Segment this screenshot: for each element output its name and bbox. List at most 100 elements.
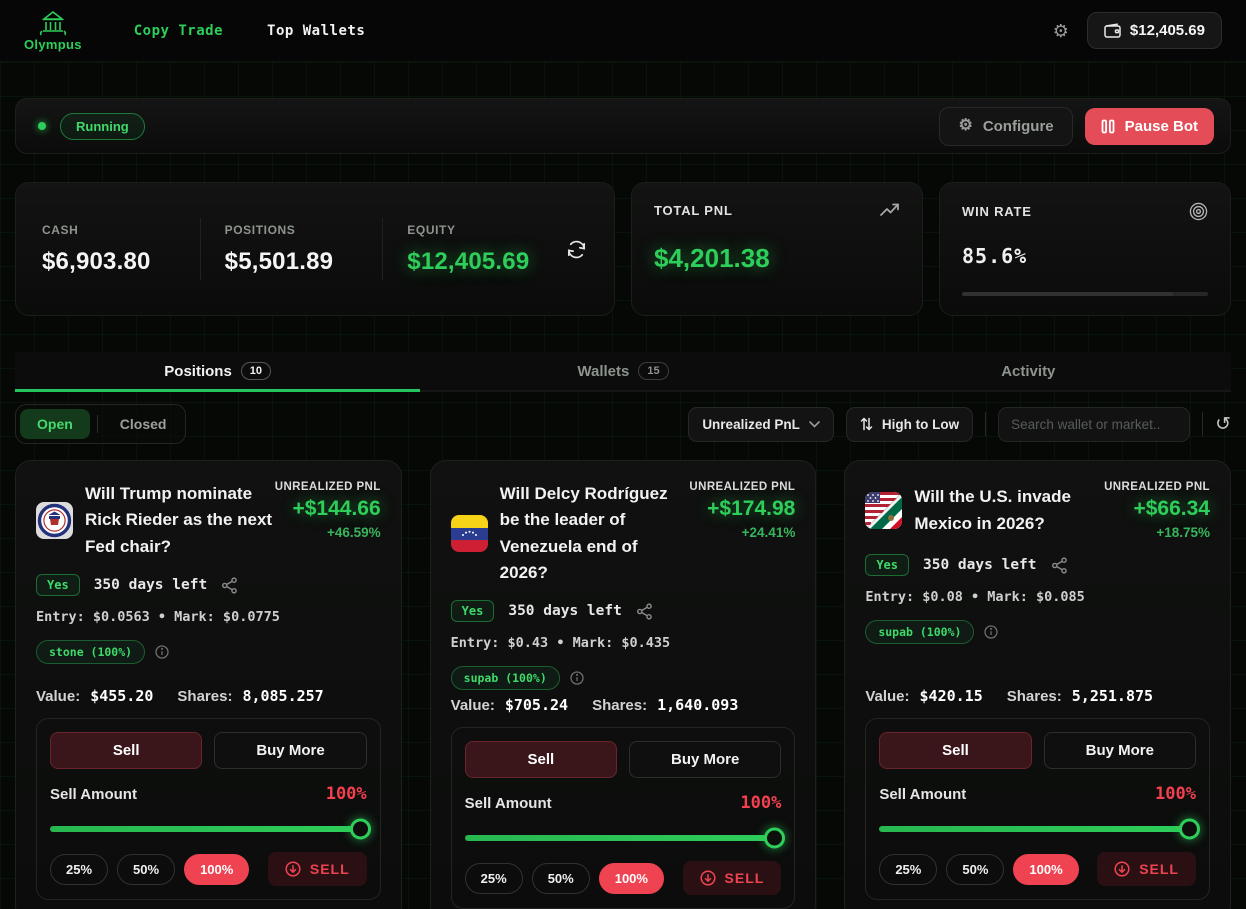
open-toggle[interactable]: Open bbox=[20, 409, 90, 439]
slider-track[interactable] bbox=[879, 826, 1196, 832]
sell-tab-button[interactable]: Sell bbox=[465, 741, 617, 778]
sell-panel: Sell Buy More Sell Amount 100% 25% 50% 1… bbox=[36, 718, 381, 900]
brand-name: Olympus bbox=[24, 37, 82, 52]
stats-row: CASH $6,903.80 POSITIONS $5,501.89 EQUIT… bbox=[15, 182, 1231, 316]
positions-grid: Will Trump nominate Rick Rieder as the n… bbox=[15, 460, 1231, 909]
total-pnl-card: TOTAL PNL $4,201.38 bbox=[631, 182, 923, 316]
share-icon[interactable] bbox=[636, 603, 653, 620]
main-content: Running ⚙ Configure Pause Bot CASH bbox=[0, 62, 1246, 909]
divider bbox=[200, 218, 201, 280]
search-input[interactable] bbox=[998, 407, 1190, 442]
temple-icon bbox=[38, 10, 68, 36]
refresh-balances-icon[interactable] bbox=[565, 238, 588, 261]
quick-50-button[interactable]: 50% bbox=[117, 854, 175, 885]
days-left: 350 days left bbox=[923, 557, 1037, 573]
wallet-balance-pill[interactable]: $12,405.69 bbox=[1087, 12, 1222, 49]
unrealized-pnl-label: UNREALIZED PNL bbox=[689, 481, 795, 493]
quick-100-button[interactable]: 100% bbox=[599, 863, 664, 894]
sort-order-button[interactable]: High to Low bbox=[846, 407, 973, 442]
balances-card: CASH $6,903.80 POSITIONS $5,501.89 EQUIT… bbox=[15, 182, 615, 316]
sell-cta-button[interactable]: SELL bbox=[268, 852, 367, 886]
circle-down-arrow-icon bbox=[700, 870, 716, 886]
sell-amount-slider[interactable] bbox=[879, 819, 1196, 839]
win-rate-card: WIN RATE 85.6% bbox=[939, 182, 1231, 316]
info-icon[interactable] bbox=[570, 671, 584, 685]
wallet-icon bbox=[1104, 23, 1121, 38]
fed-seal-icon bbox=[36, 502, 73, 539]
info-icon[interactable] bbox=[155, 645, 169, 659]
quick-25-button[interactable]: 25% bbox=[465, 863, 523, 894]
unrealized-pnl-percent: +46.59% bbox=[275, 525, 381, 540]
slider-fill bbox=[50, 826, 367, 832]
buy-more-tab-button[interactable]: Buy More bbox=[1044, 732, 1196, 769]
sell-amount-slider[interactable] bbox=[465, 828, 782, 848]
market-title: Will Delcy Rodríguez be the leader of Ve… bbox=[500, 481, 690, 586]
slider-thumb[interactable] bbox=[1179, 819, 1200, 840]
quick-50-button[interactable]: 50% bbox=[946, 854, 1004, 885]
configure-button[interactable]: ⚙ Configure bbox=[939, 107, 1072, 146]
slider-thumb[interactable] bbox=[350, 819, 371, 840]
equity-label: EQUITY bbox=[407, 223, 565, 237]
wallet-badge[interactable]: supab (100%) bbox=[865, 620, 974, 644]
bot-status-bar: Running ⚙ Configure Pause Bot bbox=[15, 98, 1231, 154]
open-closed-toggle: Open Closed bbox=[15, 404, 186, 444]
nav-link-copy-trade[interactable]: Copy Trade bbox=[134, 23, 223, 39]
share-icon[interactable] bbox=[221, 577, 238, 594]
win-rate-label: WIN RATE bbox=[962, 204, 1032, 219]
position-card: Will the U.S. invade Mexico in 2026? UNR… bbox=[844, 460, 1231, 909]
wallet-badge[interactable]: stone (100%) bbox=[36, 640, 145, 664]
sell-tab-button[interactable]: Sell bbox=[879, 732, 1031, 769]
side-badge: Yes bbox=[36, 574, 80, 596]
entry-mark-line: Entry: $0.43 • Mark: $0.435 bbox=[451, 635, 796, 651]
divider bbox=[97, 415, 98, 433]
share-icon[interactable] bbox=[1051, 557, 1068, 574]
market-title: Will the U.S. invade Mexico in 2026? bbox=[914, 484, 1104, 537]
sell-tab-button[interactable]: Sell bbox=[50, 732, 202, 769]
quick-25-button[interactable]: 25% bbox=[879, 854, 937, 885]
unrealized-pnl-label: UNREALIZED PNL bbox=[275, 481, 381, 493]
tab-positions[interactable]: Positions 10 bbox=[15, 352, 420, 390]
unrealized-pnl-label: UNREALIZED PNL bbox=[1104, 481, 1210, 493]
filter-row: Open Closed Unrealized PnL High to Low bbox=[15, 404, 1231, 444]
quick-100-button[interactable]: 100% bbox=[1013, 854, 1078, 885]
total-pnl-value: $4,201.38 bbox=[654, 243, 900, 274]
closed-toggle[interactable]: Closed bbox=[105, 409, 182, 439]
side-badge: Yes bbox=[865, 554, 909, 576]
shares-amount: 8,085.257 bbox=[242, 687, 323, 705]
tab-wallets[interactable]: Wallets 15 bbox=[420, 352, 825, 390]
quick-100-button[interactable]: 100% bbox=[184, 854, 249, 885]
slider-track[interactable] bbox=[465, 835, 782, 841]
sell-panel: Sell Buy More Sell Amount 100% 25% 50% 1… bbox=[451, 727, 796, 909]
cash-stat: CASH $6,903.80 bbox=[42, 223, 200, 276]
slider-thumb[interactable] bbox=[764, 828, 785, 849]
shares-amount: 5,251.875 bbox=[1072, 687, 1153, 705]
nav-link-top-wallets[interactable]: Top Wallets bbox=[267, 23, 365, 39]
wallet-badge[interactable]: supab (100%) bbox=[451, 666, 560, 690]
market-title: Will Trump nominate Rick Rieder as the n… bbox=[85, 481, 275, 560]
shares-label: Shares: bbox=[177, 688, 232, 705]
info-icon[interactable] bbox=[984, 625, 998, 639]
top-nav: Olympus Copy Trade Top Wallets ⚙ $12,405… bbox=[0, 0, 1246, 62]
value-amount: $455.20 bbox=[90, 687, 153, 705]
sort-field-dropdown[interactable]: Unrealized PnL bbox=[688, 407, 834, 442]
slider-track[interactable] bbox=[50, 826, 367, 832]
wallet-balance-value: $12,405.69 bbox=[1130, 22, 1205, 39]
quick-50-button[interactable]: 50% bbox=[532, 863, 590, 894]
reset-filters-icon[interactable]: ↺ bbox=[1215, 415, 1231, 434]
sell-cta-button[interactable]: SELL bbox=[683, 861, 782, 895]
brand-logo[interactable]: Olympus bbox=[24, 10, 82, 52]
active-tab-underline bbox=[15, 389, 420, 392]
position-card: Will Trump nominate Rick Rieder as the n… bbox=[15, 460, 402, 909]
positions-count-badge: 10 bbox=[241, 362, 271, 380]
pause-bot-button[interactable]: Pause Bot bbox=[1085, 108, 1214, 145]
buy-more-tab-button[interactable]: Buy More bbox=[629, 741, 781, 778]
sell-cta-button[interactable]: SELL bbox=[1097, 852, 1196, 886]
quick-25-button[interactable]: 25% bbox=[50, 854, 108, 885]
settings-gear-icon[interactable]: ⚙ bbox=[1053, 22, 1069, 40]
unrealized-pnl-value: +$66.34 bbox=[1104, 497, 1210, 521]
configure-gear-icon: ⚙ bbox=[958, 118, 972, 134]
sell-amount-slider[interactable] bbox=[50, 819, 367, 839]
buy-more-tab-button[interactable]: Buy More bbox=[214, 732, 366, 769]
positions-value: $5,501.89 bbox=[225, 248, 383, 276]
tab-activity[interactable]: Activity bbox=[826, 352, 1231, 390]
